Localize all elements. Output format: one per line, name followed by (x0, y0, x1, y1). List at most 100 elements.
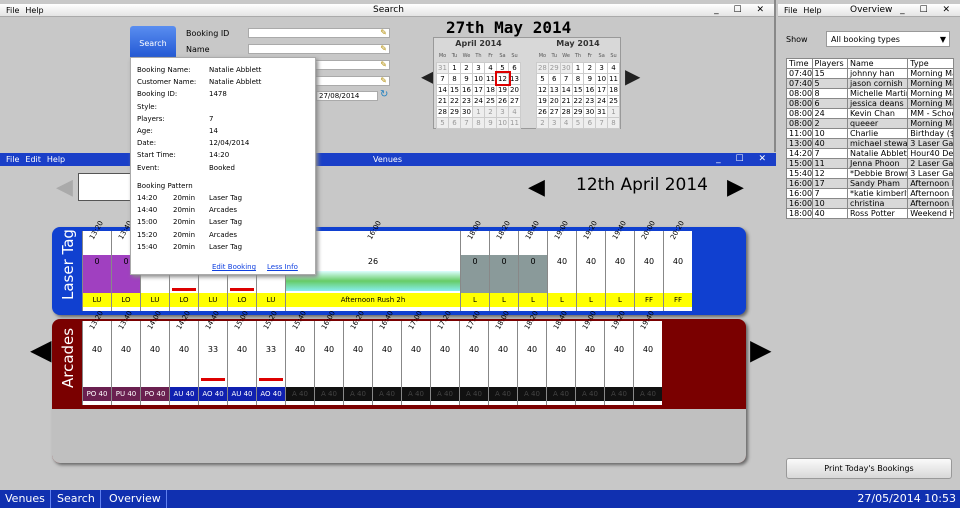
table-row[interactable]: 16:00 7 *katie kimberly Afternoon R (786, 188, 954, 199)
column-header[interactable]: Name (846, 58, 909, 69)
cal-day[interactable]: 17 (472, 83, 485, 96)
table-row[interactable]: 14:20 7 Natalie Abblett Hour40 Dea (786, 148, 954, 159)
cal-day[interactable]: 13 (508, 72, 521, 85)
cal-day[interactable]: 21 (436, 94, 449, 107)
cal-day[interactable]: 8 (607, 116, 620, 129)
date-input[interactable]: 27/08/2014 (316, 91, 378, 101)
cal-day[interactable]: 2 (583, 61, 597, 74)
menu-help[interactable]: Help (47, 155, 65, 164)
cal-day[interactable]: 7 (559, 72, 573, 85)
menu-edit[interactable]: Edit (25, 155, 41, 164)
next-day-arrow[interactable]: ▶ (727, 175, 744, 200)
cal-day[interactable]: 8 (571, 72, 585, 85)
table-row[interactable]: 08:00 6 jessica deans Morning Ma (786, 98, 954, 109)
cal-day[interactable]: 19 (536, 94, 549, 107)
cal-day[interactable]: 1 (607, 105, 620, 118)
cal-day[interactable]: 25 (607, 94, 620, 107)
cal-day[interactable]: 24 (595, 94, 609, 107)
cal-day[interactable]: 16 (583, 83, 597, 96)
pencil-icon[interactable]: ✎ (380, 44, 387, 53)
cal-day[interactable]: 29 (448, 105, 461, 118)
cal-day[interactable]: 4 (508, 105, 521, 118)
edit-booking-link[interactable]: Edit Booking (212, 263, 256, 271)
refresh-icon[interactable]: ↻ (380, 89, 388, 100)
scroll-left-arrow[interactable]: ◀ (30, 333, 52, 366)
taskbar-overview[interactable]: Overview (104, 490, 167, 508)
cal-day[interactable]: 26 (496, 94, 509, 107)
prev-arrow-faded[interactable]: ◀ (56, 175, 73, 200)
cal-day[interactable]: 1 (571, 61, 585, 74)
name-input[interactable]: ✎ (248, 44, 390, 54)
arcade-slot[interactable]: 19:00 40 A 40 (575, 310, 604, 405)
menu-help[interactable]: Help (803, 6, 821, 15)
laser-slot[interactable]: 20:20 40 FF (663, 220, 692, 311)
cal-day[interactable]: 31 (595, 105, 609, 118)
arcade-slot[interactable]: 18:00 40 A 40 (488, 310, 517, 405)
arcade-slot[interactable]: 14:40 33 AO 40 (198, 310, 227, 405)
cal-day[interactable]: 23 (583, 94, 597, 107)
cal-day[interactable]: 4 (607, 61, 620, 74)
cal-day[interactable]: 9 (583, 72, 597, 85)
table-row[interactable]: 16:00 10 christina Afternoon R (786, 198, 954, 209)
cal-day[interactable]: 22 (571, 94, 585, 107)
cal-day[interactable]: 8 (472, 116, 485, 129)
cal-day[interactable]: 29 (547, 61, 561, 74)
cal-day[interactable]: 6 (547, 72, 561, 85)
table-row[interactable]: 18:0040Ross PotterWeekend Ho (786, 208, 954, 219)
arcade-slot[interactable]: 19:40 40 A 40 (633, 310, 662, 405)
window-controls[interactable]: _ ☐ ✕ (716, 153, 772, 166)
laser-slot[interactable]: 13:20 0 LU (82, 220, 111, 311)
print-button[interactable]: Print Today's Bookings (786, 458, 952, 479)
cal-day[interactable]: 24 (472, 94, 485, 107)
cal-day[interactable]: 4 (484, 61, 497, 74)
cal-day[interactable]: 10 (496, 116, 509, 129)
cal-day[interactable]: 17 (595, 83, 609, 96)
booking-id-input[interactable]: ✎ (248, 28, 390, 38)
arcade-slot[interactable]: 15:20 33 AO 40 (256, 310, 285, 405)
arcade-slot[interactable]: 15:00 40 AU 40 (227, 310, 256, 405)
cal-day[interactable]: 27 (547, 105, 561, 118)
cal-day[interactable]: 3 (595, 61, 609, 74)
cal-day[interactable]: 20 (547, 94, 561, 107)
table-row[interactable]: 13:0040michael stewa3 Laser Gan (786, 138, 954, 149)
cal-day[interactable]: 15 (571, 83, 585, 96)
window-controls[interactable]: _ ☐ ✕ (900, 4, 956, 17)
cal-day[interactable]: 14 (559, 83, 573, 96)
cal-day[interactable]: 31 (436, 61, 449, 74)
cal-day[interactable]: 3 (496, 105, 509, 118)
table-row[interactable]: 16:00 17 Sandy Pham Afternoon R (786, 178, 954, 189)
arcade-slot[interactable]: 18:20 40 A 40 (517, 310, 546, 405)
cal-day[interactable]: 4 (559, 116, 573, 129)
cal-day[interactable]: 9 (484, 116, 497, 129)
window-controls[interactable]: _ ☐ ✕ (714, 4, 770, 17)
cal-day[interactable]: 16 (460, 83, 473, 96)
scroll-right-arrow[interactable]: ▶ (750, 333, 772, 366)
laser-slot[interactable]: 18:00 0 L (460, 220, 489, 311)
table-row[interactable]: 11:0010CharlieBirthday ($2 (786, 128, 954, 139)
cal-day[interactable]: 2 (536, 116, 549, 129)
cal-day[interactable]: 3 (472, 61, 485, 74)
cal-day[interactable]: 25 (484, 94, 497, 107)
cal-day[interactable]: 28 (436, 105, 449, 118)
less-info-link[interactable]: Less Info (267, 263, 298, 271)
cal-day[interactable]: 5 (571, 116, 585, 129)
cal-day[interactable]: 6 (583, 116, 597, 129)
cal-day[interactable]: 10 (595, 72, 609, 85)
cal-day[interactable]: 12 (494, 71, 511, 86)
cal-day[interactable]: 6 (448, 116, 461, 129)
taskbar-venues[interactable]: Venues (0, 490, 51, 508)
cal-day[interactable]: 12 (536, 83, 549, 96)
cal-day[interactable]: 1 (448, 61, 461, 74)
column-header[interactable]: Time (786, 58, 813, 69)
arcade-slot[interactable]: 13:40 40 PU 40 (111, 310, 140, 405)
cal-day[interactable]: 7 (436, 72, 449, 85)
cal-day[interactable]: 28 (559, 105, 573, 118)
cal-day[interactable]: 1 (472, 105, 485, 118)
cal-day[interactable]: 14 (436, 83, 449, 96)
cal-day[interactable]: 9 (460, 72, 473, 85)
laser-slot[interactable]: 19:40 40 L (605, 220, 634, 311)
arcade-slot[interactable]: 14:20 40 AU 40 (169, 310, 198, 405)
cal-day[interactable]: 5 (536, 72, 549, 85)
pencil-icon[interactable]: ✎ (380, 76, 387, 85)
cal-day[interactable]: 6 (508, 61, 521, 74)
